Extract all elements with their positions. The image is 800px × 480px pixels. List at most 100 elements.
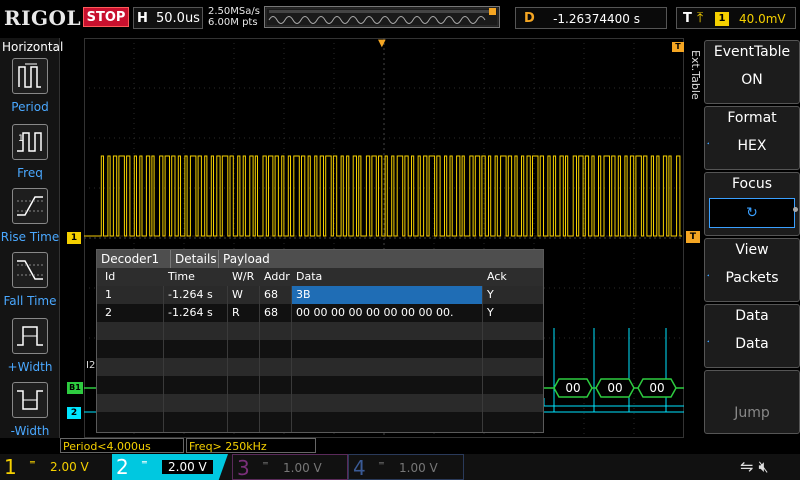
horizontal-timebase[interactable]: H 50.0us: [133, 7, 203, 29]
ch1-offset-marker[interactable]: 1: [67, 232, 81, 244]
data-button[interactable]: Data ◀ Data: [704, 304, 800, 368]
ch2-offset-marker[interactable]: 2: [67, 407, 81, 419]
memory-position-marker: [489, 8, 496, 15]
trigger-source: 1: [715, 12, 729, 26]
column-divider: [291, 286, 292, 432]
tab-details[interactable]: Details: [171, 250, 219, 268]
focus-title: Focus: [732, 176, 772, 192]
ch3-volts: 1.00 V: [283, 461, 322, 475]
speaker-mute-icon[interactable]: 🔇︎: [759, 457, 769, 476]
pos-width-label: +Width: [7, 360, 53, 374]
horizontal-measure-menu: Horizontal Period 1 Freq Rise Time Fall …: [0, 38, 63, 438]
row-data: 00 00 00 00 00 00 00 00 00.: [296, 306, 454, 319]
col-time: Time: [168, 270, 195, 283]
col-addr: Addr: [264, 270, 290, 283]
trigger-top-marker: T: [672, 42, 684, 52]
ch4-volts: 1.00 V: [399, 461, 438, 475]
event-table-button[interactable]: EventTable ON: [704, 40, 800, 104]
decode-table-header: Id Time W/R Addr Data Ack: [97, 268, 543, 286]
ext-table-tab[interactable]: Ext.Table: [688, 50, 702, 110]
jump-button[interactable]: Jump: [704, 370, 800, 434]
trigger-level-marker[interactable]: T: [686, 231, 700, 243]
format-button[interactable]: Format ◀ HEX: [704, 106, 800, 170]
measure-fall-time-button[interactable]: Fall Time: [0, 252, 60, 316]
ch1-volts: 2.00 V: [50, 460, 89, 474]
jump-label: Jump: [709, 399, 795, 429]
bus-offset-marker[interactable]: B1: [67, 382, 83, 394]
brand-logo: RIGOL: [4, 6, 82, 30]
trigger-position-icon[interactable]: ▼: [378, 38, 386, 49]
row-addr: 68: [264, 306, 278, 319]
focus-button[interactable]: Focus ↻: [704, 172, 800, 236]
view-title: View: [735, 242, 769, 258]
column-divider: [482, 286, 483, 432]
top-status-bar: RIGOL STOP H 50.0us 2.50MSa/s 6.00M pts …: [0, 0, 800, 38]
focus-knob-icon[interactable]: ↻: [709, 198, 795, 228]
period-measurement[interactable]: Period<4.000us: [60, 438, 184, 453]
col-id: Id: [105, 270, 116, 283]
memory-overview-wave: [265, 7, 499, 27]
ch1-number: 1: [4, 455, 17, 479]
measure-period-button[interactable]: Period: [0, 58, 60, 122]
menu-scroll-dot: [793, 207, 798, 212]
freq-label: Freq: [17, 166, 43, 180]
trigger-readout[interactable]: T ⤒ 1 40.0mV: [676, 7, 796, 29]
ch1-coupling-icon: ═: [30, 458, 35, 467]
bus-packet-label: 00: [649, 381, 664, 395]
col-ack: Ack: [487, 270, 507, 283]
memory-depth: 6.00M pts: [208, 17, 258, 28]
ch2-scale[interactable]: 2 ═ 2.00 V: [112, 454, 228, 480]
period-icon: [12, 58, 48, 94]
rise-time-label: Rise Time: [0, 230, 60, 244]
ch4-coupling-icon: ═: [379, 459, 384, 468]
measure-neg-width-button[interactable]: -Width: [0, 382, 60, 446]
decode-settings-menu: EventTable ON Format ◀ HEX Focus ↻ View …: [704, 38, 800, 438]
rise-time-icon: [12, 188, 48, 224]
ch3-number: 3: [237, 456, 250, 480]
measure-freq-button[interactable]: 1 Freq: [0, 124, 60, 188]
sample-rate: 2.50MSa/s: [208, 6, 260, 17]
decode-event-table[interactable]: Decoder1 Details Payload Id Time W/R Add…: [96, 249, 544, 433]
ch3-scale[interactable]: 3 ═ 1.00 V: [232, 454, 348, 480]
run-stop-indicator[interactable]: STOP: [83, 7, 129, 27]
ch4-number: 4: [353, 456, 366, 480]
row-wr: W: [232, 288, 243, 301]
view-button[interactable]: View ◀ Packets: [704, 238, 800, 302]
ch1-waveform: [84, 155, 682, 237]
col-data: Data: [296, 270, 323, 283]
column-divider: [227, 286, 228, 432]
bus-packet-label: 00: [607, 381, 622, 395]
tab-payload[interactable]: Payload: [219, 250, 543, 268]
row-wr: R: [232, 306, 240, 319]
measure-pos-width-button[interactable]: +Width: [0, 318, 60, 382]
timebase-value: 50.0us: [156, 11, 200, 26]
row-id: 2: [105, 306, 112, 319]
row-time: -1.264 s: [168, 306, 213, 319]
trigger-edge-icon: ⤒: [697, 10, 704, 26]
row-addr: 68: [264, 288, 278, 301]
col-wr: W/R: [232, 270, 255, 283]
freq-measurement[interactable]: Freq> 250kHz: [186, 438, 316, 453]
view-value: Packets: [709, 264, 795, 294]
row-data-selected[interactable]: 3B: [292, 286, 482, 304]
memory-overview: [264, 6, 500, 28]
ch1-scale[interactable]: 1 ═ 2.00 V: [0, 454, 110, 480]
event-table-title: EventTable: [713, 44, 791, 60]
data-value: Data: [709, 330, 795, 360]
delay-readout[interactable]: D -1.26374400 s: [515, 7, 667, 29]
ch2-waveform-edge: [543, 398, 684, 407]
ch4-scale[interactable]: 4 ═ 1.00 V: [348, 454, 464, 480]
measurement-bar: Period<4.000us Freq> 250kHz: [60, 438, 380, 454]
bus-packet-label: 00: [565, 381, 580, 395]
neg-width-label: -Width: [10, 424, 50, 438]
trigger-level: 40.0mV: [739, 12, 786, 26]
fall-time-icon: [12, 252, 48, 288]
event-table-value: ON: [709, 66, 795, 96]
ch2-volts: 2.00 V: [162, 460, 213, 474]
measure-rise-time-button[interactable]: Rise Time: [0, 188, 60, 252]
row-ack: Y: [487, 306, 494, 319]
svg-text:1: 1: [18, 134, 24, 144]
neg-width-icon: [12, 382, 48, 418]
tab-decoder1[interactable]: Decoder1: [97, 250, 171, 268]
ch2-number: 2: [116, 455, 129, 479]
